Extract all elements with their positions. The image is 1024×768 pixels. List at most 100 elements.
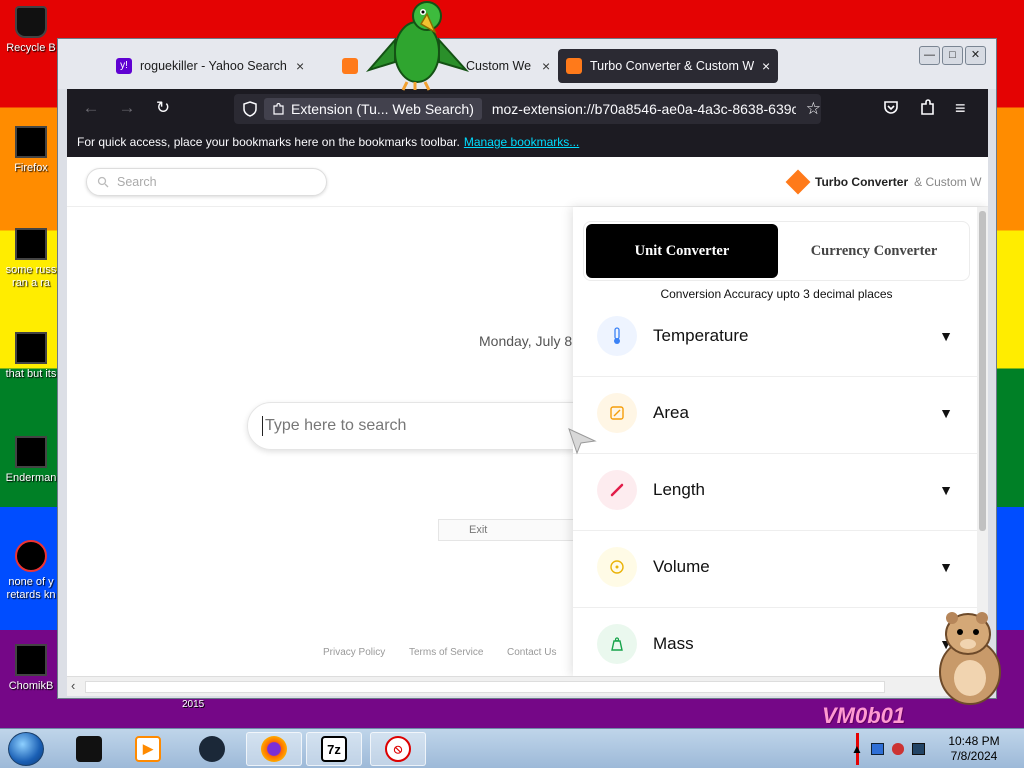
desktop-icon-enderman[interactable]: Enderman [0,436,62,485]
forward-button[interactable]: → [109,98,145,118]
tab-close-button[interactable]: × [542,58,550,74]
taskbar-item-7zip[interactable]: 7z [306,732,362,766]
desktop-icon-recycle-bin[interactable]: Recycle B [0,6,62,55]
category-length[interactable]: Length ▼ [573,454,977,531]
chevron-down-icon: ▼ [939,405,953,421]
reload-button[interactable]: ↻ [145,98,181,118]
document-icon [15,228,47,260]
app-icon [15,540,47,572]
7zip-icon: 7z [321,736,347,762]
recycle-bin-icon [15,6,47,38]
volume-tray-icon[interactable] [891,743,905,755]
hamster-buddy-icon[interactable] [928,604,1008,708]
category-label: Temperature [653,326,749,345]
taskbar-item-terminal[interactable] [61,732,117,766]
ruler-icon [597,470,637,510]
desktop-icon-firefox[interactable]: Firefox [0,126,62,175]
parrot-buddy-icon[interactable] [365,0,470,92]
search-icon [97,176,109,188]
extensions-icon[interactable] [919,99,937,117]
chevron-down-icon: ▼ [939,328,953,344]
tab-title: roguekiller - Yahoo Search Resu [140,59,288,73]
display-tray-icon[interactable] [912,743,925,755]
thermometer-icon [597,316,637,356]
folder-icon [15,332,47,364]
taskbar-item-firefox[interactable] [246,732,302,766]
back-button[interactable]: ← [73,98,109,118]
bookmarks-toolbar: For quick access, place your bookmarks h… [67,127,988,157]
turbo-converter-logo: Turbo Converter & Custom W [785,169,982,195]
desktop-icon-chomik[interactable]: ChomikB [0,644,62,693]
system-tray: ▲ [845,729,925,768]
horizontal-scrollbar[interactable]: ‹ [67,676,988,696]
desktop-icon-document[interactable]: some russ ran a ra [0,228,62,290]
tab-close-button[interactable]: × [296,58,304,74]
category-area[interactable]: Area ▼ [573,377,977,454]
tab-title: Turbo Converter & Custom We [590,59,754,73]
maximize-button[interactable]: □ [942,46,963,65]
area-icon [597,393,637,433]
desktop-icon-shortcut[interactable]: none of y retards kn [0,540,62,602]
puzzle-piece-icon [273,102,284,115]
start-button[interactable] [8,732,44,766]
extension-box-icon [342,58,358,74]
privacy-policy-link[interactable]: Privacy Policy [323,647,385,658]
pocket-icon[interactable] [882,99,900,117]
volume-icon [597,547,637,587]
date-display: Monday, July 8 [479,333,573,349]
manage-bookmarks-link[interactable]: Manage bookmarks... [464,135,579,149]
prohibited-icon: ⦸ [385,736,411,762]
category-volume[interactable]: Volume ▼ [573,531,977,608]
logo-text: Turbo Converter [815,175,909,189]
tab-unit-converter[interactable]: Unit Converter [586,224,778,278]
desktop-icon-label: ChomikB [8,680,54,692]
panel-scrollbar-thumb[interactable] [979,211,986,531]
contact-us-link[interactable]: Contact Us [507,647,556,658]
tab-currency-converter[interactable]: Currency Converter [780,224,968,278]
desktop-icon-folder[interactable]: that but its [0,332,62,381]
tab-turbo-converter[interactable]: Turbo Converter & Custom We × [558,49,778,83]
terms-of-service-link[interactable]: Terms of Service [409,647,483,658]
scroll-left-icon[interactable]: ‹ [71,678,75,693]
firefox-icon [15,126,47,158]
tab-yahoo-search[interactable]: y! roguekiller - Yahoo Search Resu × [108,49,326,83]
minimize-button[interactable]: — [919,46,940,65]
tab-close-button[interactable]: × [762,58,770,74]
category-label: Area [653,403,689,422]
tray-expand-icon[interactable]: ▲ [851,742,863,756]
category-temperature[interactable]: Temperature ▼ [573,300,977,377]
category-mass[interactable]: Mass ▼ [573,608,977,676]
main-search-placeholder: Type here to search [265,417,407,434]
navigation-toolbar: ← → ↻ Extension (Tu... Web Search) moz-e… [67,89,988,127]
taskbar-item-blocked-app[interactable]: ⦸ [370,732,426,766]
converter-panel: Unit Converter Currency Converter Conver… [573,207,988,676]
mouse-cursor-icon [568,428,597,455]
menu-icon[interactable]: ≡ [955,98,966,119]
wallpaper-text-2015: 2015 [182,699,205,710]
main-search-input[interactable]: Type here to search [247,402,607,450]
url-bar[interactable]: Extension (Tu... Web Search) moz-extensi… [234,94,821,124]
close-window-button[interactable]: ✕ [965,46,986,65]
tab-title: Custom We [466,59,532,73]
url-text[interactable]: moz-extension://b70a8546-ae0a-4a3c-8638-… [492,101,796,117]
wallpaper-text-vm: VM0b01 [822,703,906,728]
header-search-input[interactable]: Search [86,168,327,196]
page-header: Search Turbo Converter & Custom W [67,157,988,207]
taskbar-clock[interactable]: 10:48 PM 7/8/2024 [932,734,1016,764]
desktop-icon-label: that but its [5,368,57,380]
shield-icon[interactable] [242,101,258,117]
logo-cube-icon [785,169,811,195]
tab-strip: y! roguekiller - Yahoo Search Resu × Cus… [58,39,996,89]
desktop-icon-label: Recycle B [6,42,56,54]
taskbar-item-media-player[interactable]: ▶ [120,732,176,766]
identity-box[interactable]: Extension (Tu... Web Search) [264,98,482,120]
identity-label: Extension (Tu... Web Search) [291,101,474,117]
network-icon[interactable] [870,743,884,755]
taskbar-item-steam[interactable] [184,732,240,766]
bookmark-star-icon[interactable]: ☆ [806,99,821,119]
category-label: Volume [653,557,710,576]
logo-suffix: & Custom W [914,175,982,189]
desktop-icon-label: some russ ran a ra [5,264,57,289]
bookmarks-hint: For quick access, place your bookmarks h… [77,135,460,149]
horizontal-scrollbar-thumb[interactable] [85,681,885,693]
